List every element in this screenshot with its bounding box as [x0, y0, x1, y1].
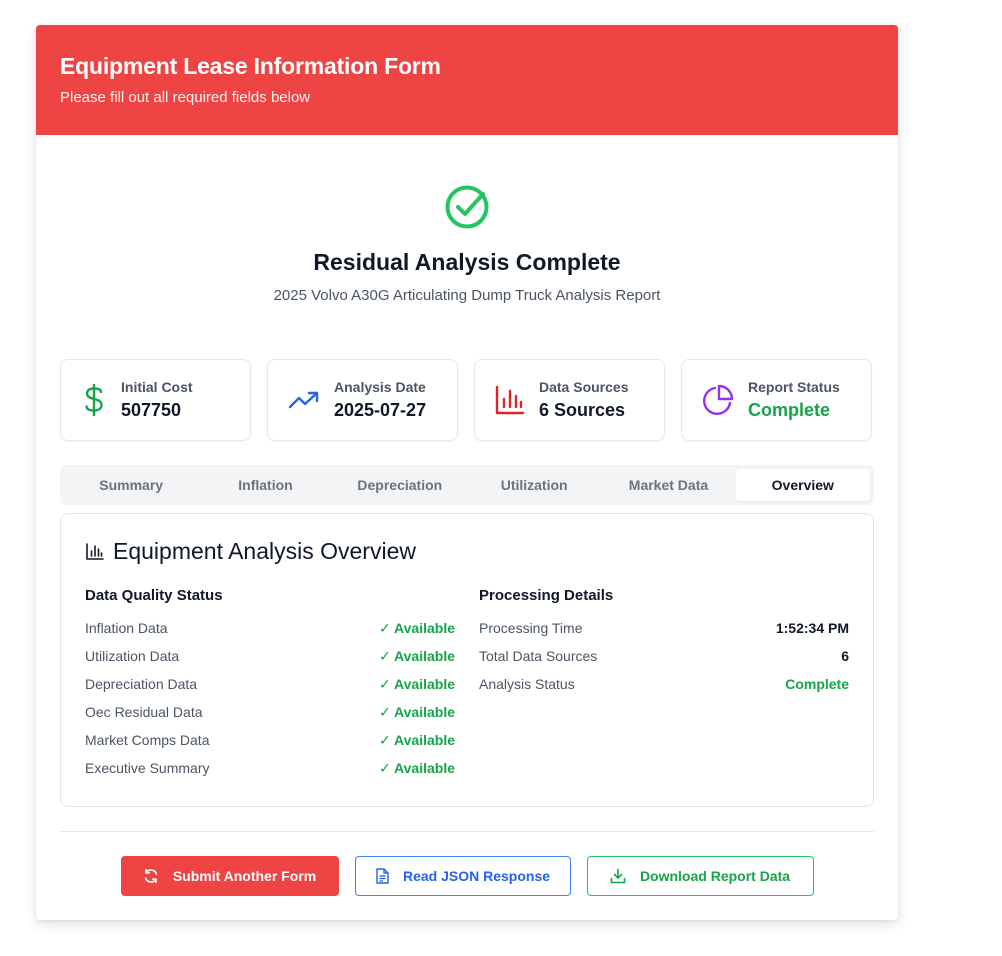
row-label: Analysis Status: [479, 676, 575, 692]
bar-chart-icon: [86, 542, 104, 560]
row-label: Inflation Data: [85, 620, 168, 636]
divider: [60, 831, 874, 832]
row-label: Depreciation Data: [85, 676, 198, 692]
pie-chart-icon: [702, 384, 734, 416]
panel-heading: Equipment Analysis Overview: [85, 538, 849, 565]
form-subtitle: Please fill out all required fields belo…: [60, 89, 311, 106]
download-icon: [610, 868, 626, 884]
list-item: Processing Time 1:52:34 PM: [479, 614, 849, 642]
stat-initial-cost: Initial Cost 507750: [60, 359, 251, 441]
stat-data-sources: Data Sources 6 Sources: [474, 359, 665, 441]
list-item: Market Comps Data ✓ Available: [85, 726, 455, 754]
row-value: 1:52:34 PM: [775, 620, 849, 636]
bar-chart-icon: [495, 385, 525, 415]
form-card: Equipment Lease Information Form Please …: [36, 25, 898, 920]
stat-value: Complete: [748, 400, 831, 420]
action-buttons: Submit Another Form Read JSON Response D…: [36, 856, 898, 896]
tab-utilization[interactable]: Utilization: [467, 469, 601, 501]
dollar-icon: [81, 384, 107, 416]
list-item: Inflation Data ✓ Available: [85, 614, 455, 642]
form-title: Equipment Lease Information Form: [60, 53, 441, 79]
row-value: 6: [841, 648, 849, 664]
list-item: Executive Summary ✓ Available: [85, 754, 455, 782]
panel-title: Equipment Analysis Overview: [113, 538, 416, 564]
check-circle-icon: [445, 185, 489, 229]
row-label: Utilization Data: [85, 648, 180, 664]
stats-row: Initial Cost 507750 Analysis Date 2025-0…: [60, 359, 872, 441]
list-item: Oec Residual Data ✓ Available: [85, 698, 455, 726]
row-value: ✓ Available: [378, 675, 455, 692]
list-item: Total Data Sources 6: [479, 642, 849, 670]
trending-up-icon: [288, 385, 320, 415]
stat-label: Data Sources: [539, 379, 629, 395]
tab-depreciation[interactable]: Depreciation: [333, 469, 467, 501]
row-value: ✓ Available: [378, 759, 455, 776]
section-title: Processing Details: [479, 587, 614, 604]
row-value: ✓ Available: [378, 647, 455, 664]
tab-inflation[interactable]: Inflation: [198, 469, 332, 501]
tab-summary[interactable]: Summary: [64, 469, 198, 501]
stat-value: 6 Sources: [539, 400, 626, 420]
row-label: Processing Time: [479, 620, 583, 636]
list-item: Analysis Status Complete: [479, 670, 849, 698]
form-header: Equipment Lease Information Form Please …: [36, 25, 898, 135]
button-label: Read JSON Response: [402, 868, 551, 884]
button-label: Download Report Data: [639, 868, 791, 884]
list-item: Depreciation Data ✓ Available: [85, 670, 455, 698]
tab-market-data[interactable]: Market Data: [601, 469, 735, 501]
stat-report-status: Report Status Complete: [681, 359, 872, 441]
row-value: ✓ Available: [378, 703, 455, 720]
tab-bar: Summary Inflation Depreciation Utilizati…: [60, 465, 874, 505]
section-title: Data Quality Status: [85, 587, 223, 604]
processing-section: Processing Details Processing Time 1:52:3…: [479, 587, 849, 782]
stat-label: Report Status: [748, 379, 840, 395]
row-label: Oec Residual Data: [85, 704, 203, 720]
stat-analysis-date: Analysis Date 2025-07-27: [267, 359, 458, 441]
row-value: ✓ Available: [378, 619, 455, 636]
refresh-icon: [144, 868, 158, 884]
row-label: Market Comps Data: [85, 732, 210, 748]
completion-subtitle: 2025 Volvo A30G Articulating Dump Truck …: [273, 287, 661, 304]
row-value: ✓ Available: [378, 731, 455, 748]
completion-hero: Residual Analysis Complete 2025 Volvo A3…: [36, 135, 898, 304]
completion-title: Residual Analysis Complete: [313, 249, 621, 275]
row-label: Executive Summary: [85, 760, 210, 776]
stat-label: Initial Cost: [121, 379, 193, 395]
row-label: Total Data Sources: [479, 648, 598, 664]
button-label: Submit Another Form: [172, 868, 317, 884]
stat-value: 2025-07-27: [334, 400, 427, 420]
tab-overview[interactable]: Overview: [735, 469, 870, 501]
stat-label: Analysis Date: [334, 379, 426, 395]
file-text-icon: [376, 868, 389, 884]
stat-value: 507750: [121, 400, 182, 420]
submit-another-button[interactable]: Submit Another Form: [120, 856, 339, 896]
list-item: Utilization Data ✓ Available: [85, 642, 455, 670]
row-value: Complete: [785, 676, 849, 692]
overview-panel: Equipment Analysis Overview Data Quality…: [60, 513, 874, 807]
download-report-button[interactable]: Download Report Data: [586, 856, 814, 896]
read-json-button[interactable]: Read JSON Response: [354, 856, 571, 896]
data-quality-section: Data Quality Status Inflation Data ✓ Avai…: [85, 587, 455, 782]
